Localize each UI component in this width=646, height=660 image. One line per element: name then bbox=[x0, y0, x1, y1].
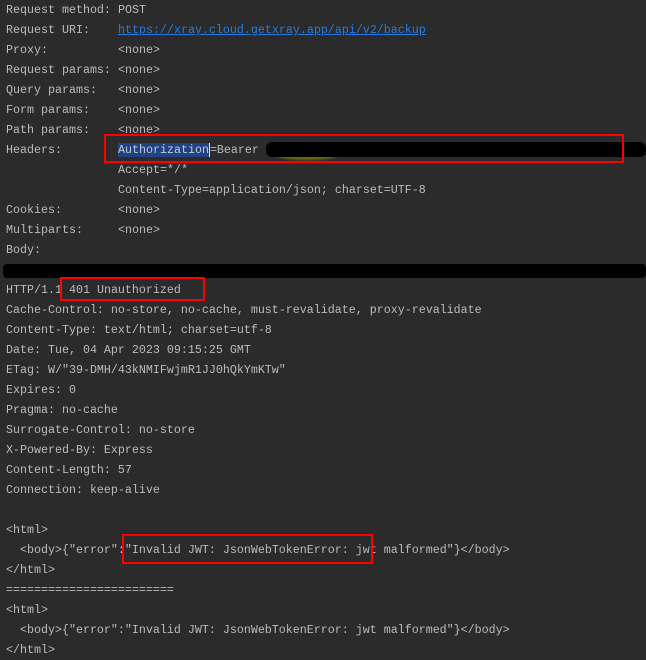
field-value: <none> bbox=[118, 83, 160, 97]
response-header: Pragma: no-cache bbox=[6, 403, 118, 417]
html-open: <html> bbox=[6, 603, 48, 617]
field-label: Request params: bbox=[6, 63, 111, 77]
field-label: Proxy: bbox=[6, 43, 48, 57]
body-suffix: }</body> bbox=[453, 543, 510, 557]
field-label: Path params: bbox=[6, 123, 90, 137]
field-label: Form params: bbox=[6, 103, 90, 117]
query-params-row: Query params: <none> bbox=[6, 80, 646, 100]
field-value: <none> bbox=[118, 223, 160, 237]
html-body-line: <body>{"error":"Invalid JWT: JsonWebToke… bbox=[6, 623, 510, 637]
response-header: Content-Length: 57 bbox=[6, 463, 132, 477]
multiparts-row: Multiparts: <none> bbox=[6, 220, 646, 240]
protocol: HTTP/1.1 bbox=[6, 283, 62, 297]
field-value: POST bbox=[118, 3, 146, 17]
response-header: Connection: keep-alive bbox=[6, 483, 160, 497]
request-uri-link[interactable]: https://xray.cloud.getxray.app/api/v2/ba… bbox=[118, 23, 426, 37]
field-label: Headers: bbox=[6, 143, 62, 157]
request-method-row: Request method: POST bbox=[6, 0, 646, 20]
request-params-row: Request params: <none> bbox=[6, 60, 646, 80]
body-prefix: <body>{"error": bbox=[6, 543, 125, 557]
field-label: Request method: bbox=[6, 3, 111, 17]
response-header: Expires: 0 bbox=[6, 383, 76, 397]
field-value: <none> bbox=[118, 103, 160, 117]
response-header: Cache-Control: no-store, no-cache, must-… bbox=[6, 303, 482, 317]
field-value: <none> bbox=[118, 43, 160, 57]
separator: ======================== bbox=[6, 583, 174, 597]
field-label: Request URI: bbox=[6, 23, 90, 37]
response-header: ETag: W/"39-DMH/43kNMIFwjmR1JJ0hQkYmKTw" bbox=[6, 363, 286, 377]
accept-header-row: Accept=*/* bbox=[6, 160, 646, 180]
field-value: <none> bbox=[118, 203, 160, 217]
form-params-row: Form params: <none> bbox=[6, 100, 646, 120]
field-label: Query params: bbox=[6, 83, 97, 97]
html-close: </html> bbox=[6, 643, 55, 657]
highlight-authorization bbox=[104, 134, 624, 163]
response-header: Surrogate-Control: no-store bbox=[6, 423, 195, 437]
request-uri-row: Request URI: https://xray.cloud.getxray.a… bbox=[6, 20, 646, 40]
field-label: Cookies: bbox=[6, 203, 62, 217]
header-value: Accept=*/* bbox=[118, 163, 188, 177]
response-header: X-Powered-By: Express bbox=[6, 443, 153, 457]
redacted-body bbox=[3, 264, 646, 278]
field-label: Body: bbox=[6, 243, 41, 257]
proxy-row: Proxy: <none> bbox=[6, 40, 646, 60]
header-value: Content-Type=application/json; charset=U… bbox=[118, 183, 426, 197]
field-value: <none> bbox=[118, 63, 160, 77]
response-header: Content-Type: text/html; charset=utf-8 bbox=[6, 323, 272, 337]
body-row: Body: bbox=[6, 240, 646, 260]
response-header: Date: Tue, 04 Apr 2023 09:15:25 GMT bbox=[6, 343, 251, 357]
highlight-error bbox=[122, 534, 373, 564]
field-label: Multiparts: bbox=[6, 223, 83, 237]
content-type-header-row: Content-Type=application/json; charset=U… bbox=[6, 180, 646, 200]
highlight-status bbox=[60, 277, 205, 301]
cookies-row: Cookies: <none> bbox=[6, 200, 646, 220]
